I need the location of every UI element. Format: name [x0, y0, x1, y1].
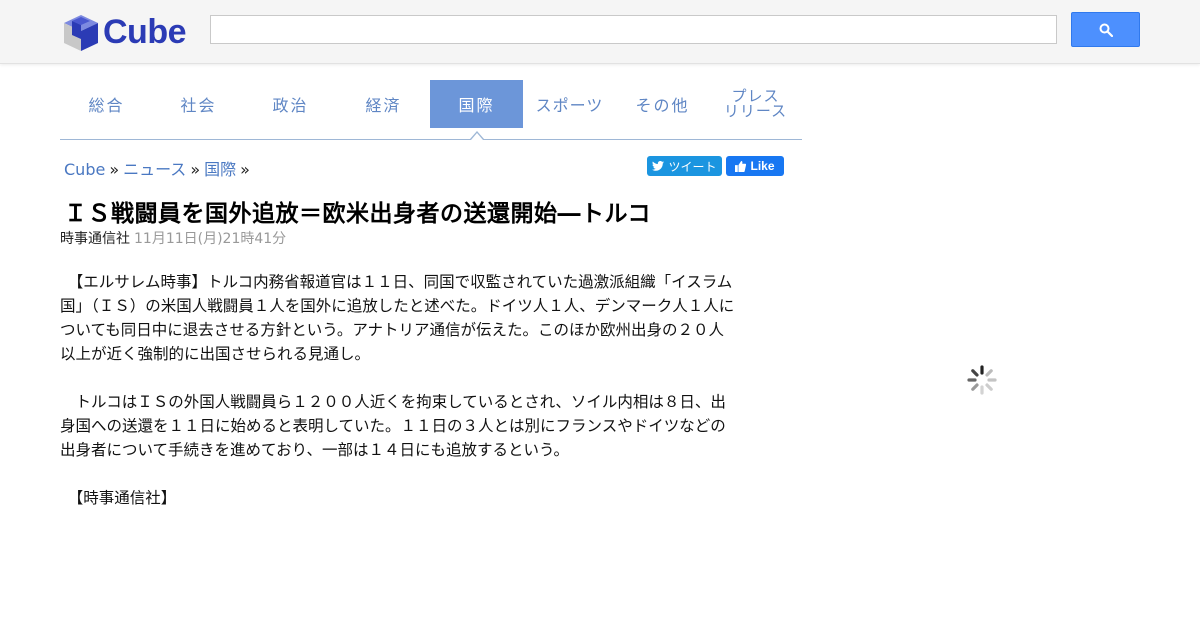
article-meta: 時事通信社 11月11日(月)21時41分 [60, 228, 286, 248]
article-source: 時事通信社 [60, 231, 130, 247]
tab-general[interactable]: 総合 [60, 80, 153, 128]
twitter-bird-icon [652, 161, 665, 171]
loading-spinner-icon [967, 365, 997, 395]
like-label: Like [750, 159, 775, 173]
article-paragraph: 【エルサレム時事】トルコ内務省報道官は１１日、同国で収監されていた過激派組織「イ… [60, 273, 735, 363]
search-input[interactable] [210, 15, 1057, 44]
search-icon [1099, 23, 1113, 37]
tweet-button[interactable]: ツイート [647, 156, 722, 176]
tab-society[interactable]: 社会 [152, 80, 245, 128]
cube-logo-icon [64, 15, 98, 51]
tweet-label: ツイート [668, 159, 717, 174]
active-tab-caret-inner [471, 133, 483, 140]
breadcrumb-news[interactable]: ニュース [123, 160, 186, 179]
tab-politics[interactable]: 政治 [244, 80, 337, 128]
breadcrumb-international[interactable]: 国際 [204, 160, 236, 179]
article-paragraph: トルコはＩＳの外国人戦闘員ら１２００人近くを拘束しているとされ、ソイル内相は８日… [60, 393, 726, 459]
tab-sports[interactable]: スポーツ [523, 80, 616, 128]
tab-press-release-line2: リリース [723, 102, 788, 120]
breadcrumb-separator: » [190, 160, 201, 179]
tab-other[interactable]: その他 [616, 80, 709, 128]
article-paragraph: 【時事通信社】 [60, 489, 177, 507]
breadcrumb-separator: » [240, 160, 250, 179]
tab-economy[interactable]: 経済 [337, 80, 430, 128]
thumbs-up-icon [735, 160, 747, 172]
site-header: Cube [0, 0, 1200, 64]
article-title: ＩＳ戦闘員を国外追放＝欧米出身者の送還開始―トルコ [64, 201, 652, 227]
breadcrumb: Cube» ニュース» 国際» [64, 156, 254, 180]
tab-press-release[interactable]: プレス リリース [709, 80, 802, 128]
facebook-like-button[interactable]: Like [726, 156, 784, 176]
site-logo[interactable]: Cube [62, 10, 187, 54]
logo-text: Cube [103, 12, 187, 51]
article-date: 11月11日(月)21時41分 [134, 231, 287, 247]
category-tabs: 総合 社会 政治 経済 国際 スポーツ その他 プレス リリース [60, 80, 802, 140]
search-button[interactable] [1071, 12, 1140, 47]
article-body: 【エルサレム時事】トルコ内務省報道官は１１日、同国で収監されていた過激派組織「イ… [60, 270, 736, 534]
breadcrumb-cube[interactable]: Cube [64, 160, 105, 179]
breadcrumb-separator: » [109, 160, 120, 179]
tab-international[interactable]: 国際 [430, 80, 523, 128]
